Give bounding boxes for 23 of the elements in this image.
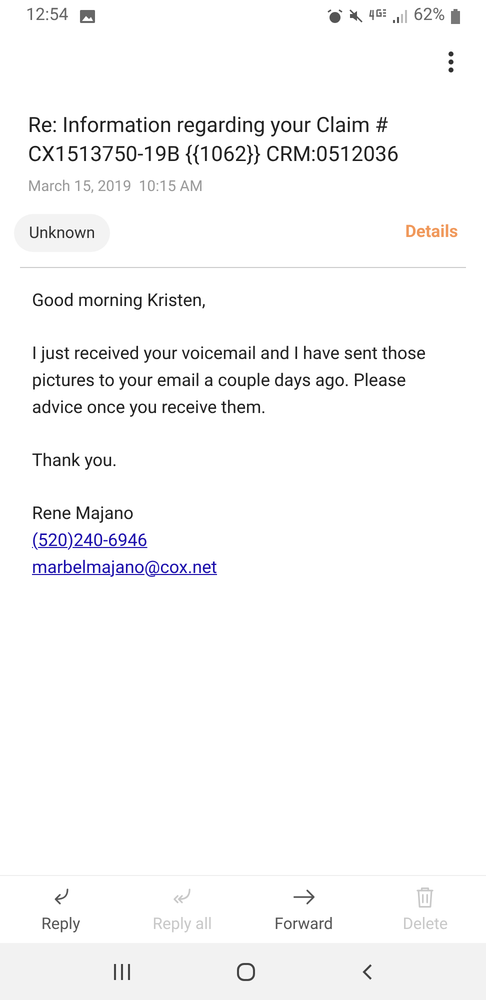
battery-icon bbox=[451, 8, 460, 24]
alarm-icon bbox=[327, 8, 344, 24]
body-paragraph: I just received your voicemail and I have sent those pictures to your email a couple days ago. Please advice once you receive them. bbox=[32, 342, 427, 420]
home-icon bbox=[236, 962, 256, 982]
status-time: 12:54 bbox=[26, 4, 68, 28]
body-paragraph: Thank you. bbox=[32, 450, 118, 472]
contact-link[interactable]: (520)240-6946 bbox=[32, 528, 148, 554]
battery-percent: 62% bbox=[413, 4, 445, 28]
signal-icon bbox=[393, 10, 408, 22]
back-icon bbox=[361, 962, 374, 980]
recent-apps-icon bbox=[112, 962, 131, 980]
body-paragraph: Good morning Kristen, bbox=[32, 290, 206, 312]
email-subject: Re: Information regarding your Claim # CX1513750-19B {{1062}} CRM:0512036 bbox=[28, 113, 400, 169]
action-button[interactable]: Reply bbox=[0, 884, 122, 936]
action-button[interactable]: Forward bbox=[243, 884, 364, 936]
contact-link[interactable]: marbelmajano@cox.net bbox=[32, 554, 218, 582]
network-icon bbox=[369, 9, 388, 23]
mute-icon bbox=[349, 9, 364, 23]
more-icon bbox=[448, 51, 454, 73]
image-icon bbox=[80, 10, 96, 22]
signature-name: Rene Majano bbox=[32, 502, 134, 526]
email-date: March 15, 2019 10:15 AM bbox=[28, 176, 204, 197]
sender-chip[interactable]: Unknown bbox=[14, 214, 110, 252]
